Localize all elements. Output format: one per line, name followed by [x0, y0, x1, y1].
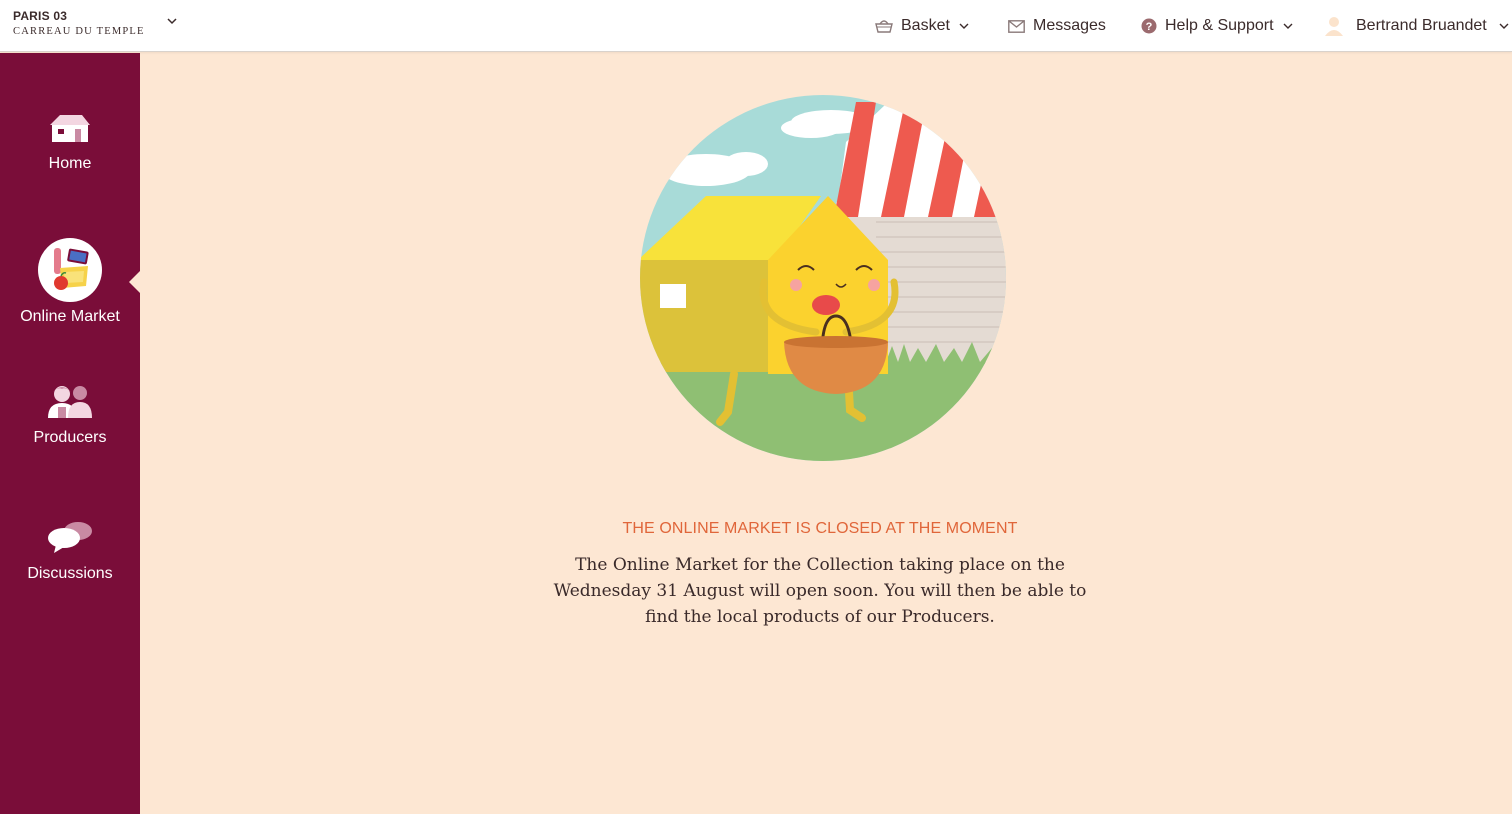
question-circle-icon: ? — [1141, 18, 1157, 34]
brand-city: PARIS 03 — [13, 9, 68, 23]
sidebar-item-label: Producers — [33, 429, 107, 446]
sidebar-item-home[interactable]: Home — [0, 111, 140, 173]
speech-bubbles-icon — [48, 522, 92, 553]
svg-text:?: ? — [1146, 21, 1153, 33]
market-basket-icon — [38, 238, 102, 302]
basket-label: Basket — [901, 17, 950, 34]
envelope-icon — [1008, 19, 1025, 33]
avatar-icon — [1325, 17, 1343, 36]
messages-link[interactable]: Messages — [1008, 0, 1106, 52]
hive-selector[interactable]: PARIS 03 CARREAU DU TEMPLE — [13, 9, 145, 37]
sidebar-item-online-market[interactable]: Online Market — [0, 238, 140, 326]
market-closed-message: The Online Market for the Collection tak… — [553, 555, 1087, 627]
sidebar: Home Online Market Producers Discussions — [0, 53, 140, 814]
chevron-down-icon[interactable] — [166, 16, 178, 26]
producers-icon — [48, 386, 92, 418]
active-indicator — [129, 270, 141, 294]
basket-menu[interactable]: Basket — [875, 0, 969, 52]
chevron-down-icon — [959, 23, 969, 29]
help-support-menu[interactable]: ? Help & Support — [1141, 0, 1293, 52]
market-closed-title: THE ONLINE MARKET IS CLOSED AT THE MOMEN… — [622, 520, 1018, 537]
top-bar: PARIS 03 CARREAU DU TEMPLE Basket Messag… — [0, 0, 1512, 52]
chevron-down-icon — [1499, 23, 1509, 29]
help-label: Help & Support — [1165, 17, 1274, 34]
sidebar-item-label: Discussions — [27, 565, 113, 582]
user-name: Bertrand Bruandet — [1356, 17, 1487, 34]
messages-label: Messages — [1033, 17, 1106, 34]
basket-icon — [875, 20, 893, 33]
closed-market-illustration — [640, 95, 1006, 461]
chevron-down-icon — [1283, 23, 1293, 29]
sidebar-item-label: Online Market — [20, 308, 120, 325]
sidebar-item-discussions[interactable]: Discussions — [0, 519, 140, 583]
user-menu[interactable]: Bertrand Bruandet — [1324, 0, 1509, 52]
brand-location: CARREAU DU TEMPLE — [13, 26, 145, 37]
house-icon — [50, 115, 90, 142]
sidebar-item-producers[interactable]: Producers — [0, 383, 140, 447]
sidebar-item-label: Home — [48, 155, 92, 172]
